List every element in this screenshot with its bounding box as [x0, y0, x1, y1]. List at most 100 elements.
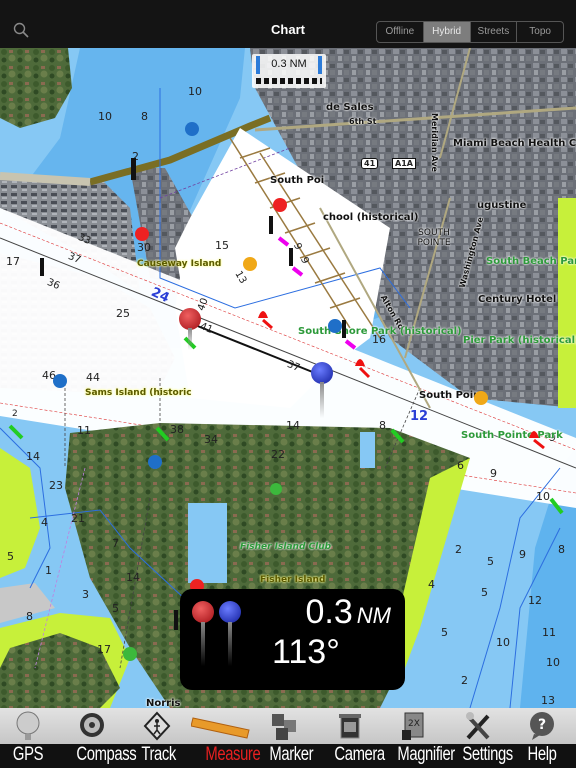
toolbar-label: Magnifier	[397, 744, 455, 765]
help-icon: ?	[530, 712, 554, 740]
compass-icon	[80, 713, 104, 737]
top-bar: Chart Offline Hybrid Streets Topo	[0, 0, 576, 48]
depth-sounding: 44	[86, 371, 100, 384]
depth-sounding: 12	[528, 594, 542, 607]
depth-sounding: 5	[7, 550, 14, 563]
place-label: South Poi	[270, 175, 325, 186]
depth-sounding: 13	[541, 694, 555, 707]
depth-sounding: 8	[558, 543, 565, 556]
distance-value: 0.3	[305, 593, 353, 631]
place-label: South Poir	[419, 390, 479, 401]
depth-sounding: 5	[487, 555, 494, 568]
measure-start-pin-stem	[188, 328, 192, 350]
island-label: Fisher Island	[260, 575, 326, 585]
map-mode-streets[interactable]: Streets	[471, 22, 518, 42]
channel-depth-label: 12	[410, 409, 429, 424]
start-pin-icon	[192, 601, 214, 623]
map-mode-offline[interactable]: Offline	[377, 22, 424, 42]
map-mode-topo[interactable]: Topo	[517, 22, 563, 42]
place-label: 6th St	[349, 117, 377, 126]
island-label: Sams Island (historic	[85, 388, 192, 398]
depth-sounding: 9	[519, 548, 526, 561]
depth-sounding: 38	[170, 423, 184, 436]
depth-sounding: 14	[126, 571, 140, 584]
depth-sounding: 17	[6, 255, 20, 268]
map-mode-hybrid[interactable]: Hybrid	[423, 22, 471, 42]
end-pin-icon	[219, 601, 241, 623]
depth-sounding: 5	[481, 586, 488, 599]
depth-sounding: 10	[546, 656, 560, 669]
depth-sounding: 17	[97, 643, 111, 656]
depth-sounding: 10	[188, 85, 202, 98]
gps-icon	[16, 711, 40, 740]
toolbar-label: GPS	[12, 744, 44, 765]
depth-sounding: 46	[42, 369, 56, 382]
place-label: chool (historical)	[323, 212, 419, 223]
depth-sounding: 3	[82, 588, 89, 601]
map-mode-selector: Offline Hybrid Streets Topo	[376, 21, 564, 43]
distance-unit: NM	[356, 603, 391, 628]
depth-sounding: 11	[77, 424, 91, 437]
street-label: Meridian Ave	[429, 113, 439, 172]
toolbar-label: Settings	[462, 744, 513, 765]
svg-text:2X: 2X	[408, 719, 420, 729]
toolbar-label: Compass	[76, 744, 137, 765]
park-label: South Beach Par	[486, 256, 576, 267]
bottom-toolbar: GPS Compass Track Measure Marker Camera …	[0, 708, 576, 768]
depth-sounding: 2	[455, 543, 462, 556]
depth-sounding: 9	[490, 467, 497, 480]
depth-sounding: 8	[141, 110, 148, 123]
measure-start-pin[interactable]	[179, 308, 201, 330]
settings-icon	[466, 712, 490, 740]
scale-bar: 0.3 NM	[252, 54, 326, 88]
depth-sounding: 25	[116, 307, 130, 320]
toolbar-label: Measure	[205, 744, 261, 765]
toolbar-label: Help	[527, 744, 557, 765]
park-label: South Shore Park (historical)	[298, 326, 462, 337]
park-label: South Pointe Park	[461, 430, 563, 441]
toolbar-label: Track	[141, 744, 176, 765]
depth-sounding: 23	[49, 479, 63, 492]
depth-sounding: 10	[98, 110, 112, 123]
depth-sounding: 5	[441, 626, 448, 639]
place-label: Miami Beach Health Ce	[453, 138, 576, 149]
depth-sounding: 4	[41, 516, 48, 529]
bearing-readout: 113°	[272, 633, 340, 671]
end-pin-stem	[228, 622, 232, 666]
depth-sounding: 11	[542, 626, 556, 639]
depth-sounding: 10	[536, 490, 550, 503]
island-label: Causeway Island	[137, 259, 222, 269]
toolbar-label: Marker	[269, 744, 314, 765]
depth-sounding: 7	[112, 537, 119, 550]
depth-sounding: 21	[71, 512, 85, 525]
place-label: Norris	[146, 698, 181, 708]
scale-ticks	[256, 78, 322, 84]
distance-readout: 0.3 NM	[306, 593, 391, 632]
place-label: Century Hotel	[478, 294, 557, 305]
depth-sounding: 1	[45, 564, 52, 577]
place-label: SOUTH POINTE	[417, 228, 451, 248]
app: Chart Offline Hybrid Streets Topo 8 10 1…	[0, 0, 576, 768]
park-label: Fisher Island Club	[240, 542, 332, 552]
place-label: de Sales	[326, 102, 374, 113]
road-shield-a1a: A1A	[392, 158, 416, 169]
measure-end-pin-stem	[320, 382, 324, 418]
measure-end-pin[interactable]	[311, 362, 333, 384]
depth-sounding: 30	[137, 241, 151, 254]
depth-sounding: 14	[286, 419, 300, 432]
depth-sounding: 14	[26, 450, 40, 463]
depth-sounding: 2	[12, 409, 18, 419]
depth-sounding: 8	[26, 610, 33, 623]
depth-sounding: 6	[457, 459, 464, 472]
depth-sounding: 5	[112, 602, 119, 615]
marker-icon	[272, 714, 296, 740]
svg-text:?: ?	[538, 717, 546, 733]
camera-icon	[339, 714, 361, 739]
depth-sounding: 8	[379, 419, 386, 432]
depth-sounding: 2	[461, 674, 468, 687]
depth-sounding: 15	[215, 239, 229, 252]
depth-sounding: 4	[428, 578, 435, 591]
depth-sounding: 34	[204, 433, 218, 446]
road-shield-41: 41	[361, 158, 379, 169]
ruler-icon	[191, 717, 250, 739]
